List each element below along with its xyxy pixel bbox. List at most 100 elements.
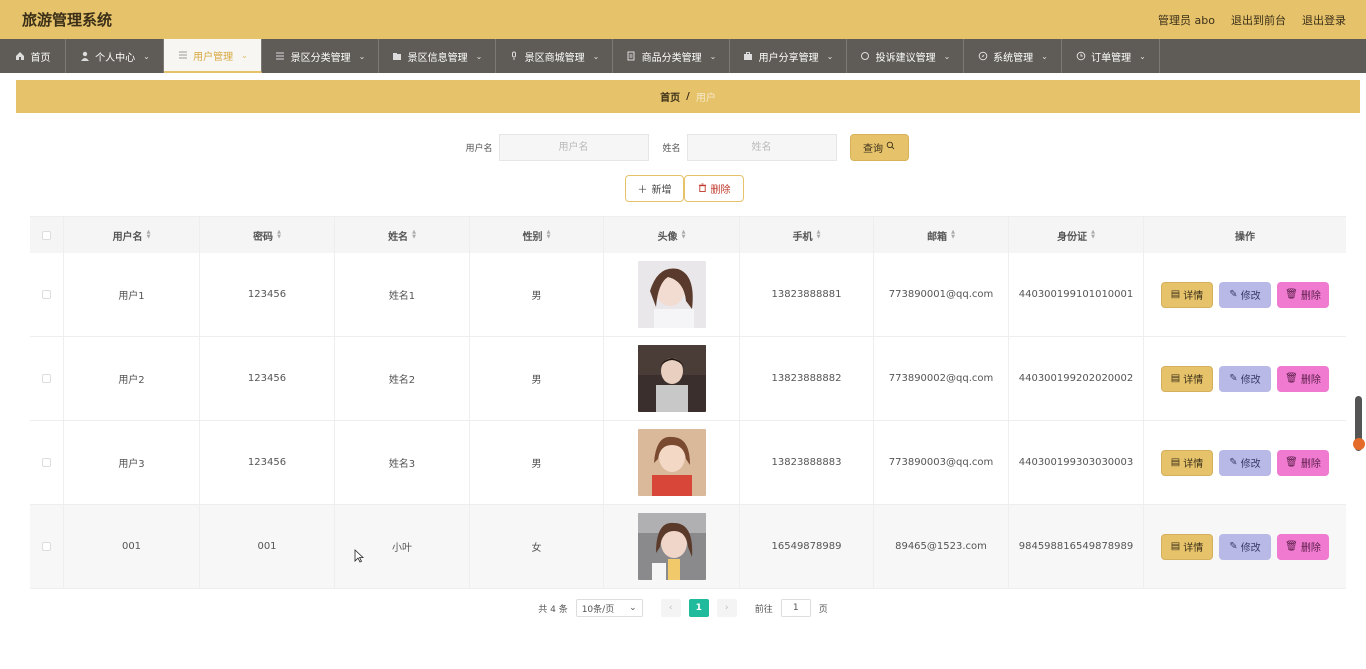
delete-button[interactable]: 🗑 删除 (1277, 449, 1329, 476)
header-password[interactable]: 密码 ▲ ▼ (200, 217, 335, 253)
nav-item-home[interactable]: 首页 (0, 39, 66, 73)
header-label: 密码 (253, 231, 274, 243)
header-label: 性别 (522, 231, 543, 243)
nav-item-users[interactable]: 用户管理 ⌄ (164, 39, 262, 73)
cell-gender: 女 (470, 505, 604, 588)
mic-icon (509, 51, 520, 62)
delete-label: 删除 (1300, 375, 1321, 386)
avatar (637, 513, 706, 580)
header-id-card[interactable]: 身份证 ▲ ▼ (1009, 217, 1144, 253)
delete-button[interactable]: 🗑 删除 (1277, 281, 1329, 308)
edit-label: 修改 (1240, 459, 1261, 470)
nav-item-scenic-info[interactable]: 景区信息管理 ⌄ (379, 39, 496, 73)
nav-item-profile[interactable]: 个人中心 ⌄ (66, 39, 164, 73)
row-checkbox[interactable] (42, 542, 51, 551)
row-checkbox[interactable] (42, 374, 51, 383)
delete-label: 删除 (1300, 543, 1321, 554)
goto-page-input[interactable]: 1 (780, 599, 811, 617)
chevron-down-icon: ⌄ (241, 50, 248, 60)
edit-label: 修改 (1240, 543, 1261, 554)
exit-to-front-link[interactable]: 退出到前台 (1231, 12, 1286, 28)
cell-name: 姓名3 (335, 421, 470, 504)
edit-label: 修改 (1240, 375, 1261, 386)
detail-button[interactable]: ▤ 详情 (1161, 281, 1213, 308)
nav-item-scenic-category[interactable]: 景区分类管理 ⌄ (262, 39, 379, 73)
cell-phone: 13823888883 (740, 421, 874, 504)
scroll-knob[interactable] (1353, 438, 1365, 450)
header-email[interactable]: 邮箱 ▲ ▼ (874, 217, 1009, 253)
edit-button[interactable]: ✎ 修改 (1219, 449, 1271, 476)
plus-icon: ＋ (637, 185, 648, 196)
mouse-cursor-icon (354, 548, 365, 567)
header-gender[interactable]: 性别 ▲ ▼ (470, 217, 604, 253)
breadcrumb-home[interactable]: 首页 (660, 89, 680, 104)
edit-button[interactable]: ✎ 修改 (1219, 365, 1271, 392)
nav-item-complaints[interactable]: 投诉建议管理 ⌄ (847, 39, 964, 73)
row-checkbox[interactable] (42, 290, 51, 299)
page-number[interactable]: 1 (688, 599, 709, 617)
page-size-select[interactable]: 10条/页 ⌄ (575, 599, 643, 617)
header-phone[interactable]: 手机 ▲ ▼ (740, 217, 874, 253)
search-bar: 用户名 用户名 姓名 姓名 查询 (0, 133, 1366, 161)
search-icon (886, 141, 895, 153)
logout-link[interactable]: 退出登录 (1302, 12, 1346, 28)
nav-label: 景区分类管理 (290, 52, 351, 64)
name-label: 姓名 (662, 143, 681, 154)
detail-label: 详情 (1183, 543, 1204, 554)
cell-username: 001 (64, 505, 200, 588)
edit-icon: ✎ (1229, 289, 1238, 300)
query-button[interactable]: 查询 (849, 133, 909, 161)
cell-name: 小叶 (335, 505, 470, 588)
chevron-down-icon: ⌄ (1041, 51, 1048, 61)
header-avatar[interactable]: 头像 ▲ ▼ (604, 217, 740, 253)
username-label: 用户名 (465, 143, 493, 154)
batch-delete-button[interactable]: 删除 (684, 175, 744, 202)
nav-label: 投诉建议管理 (875, 52, 936, 64)
nav-item-orders[interactable]: 订单管理 ⌄ (1062, 39, 1160, 73)
delete-button[interactable]: 🗑 删除 (1277, 533, 1329, 560)
nav-item-goods-category[interactable]: 商品分类管理 ⌄ (613, 39, 730, 73)
cell-id-card: 440300199202020002 (1009, 337, 1144, 420)
nav-label: 用户管理 (193, 51, 234, 63)
home-icon (15, 51, 26, 62)
edit-button[interactable]: ✎ 修改 (1219, 533, 1271, 560)
cell-password: 123456 (200, 421, 335, 504)
detail-icon: ▤ (1170, 373, 1181, 384)
cell-id-card: 440300199303030003 (1009, 421, 1144, 504)
page-unit-label: 页 (818, 604, 828, 615)
next-page-button[interactable]: › (716, 599, 737, 617)
menu-icon (275, 51, 286, 62)
header-name[interactable]: 姓名 ▲ ▼ (335, 217, 470, 253)
sort-icon: ▲ ▼ (546, 229, 551, 240)
compass-icon (977, 51, 988, 62)
nav-label: 景区信息管理 (407, 52, 468, 64)
delete-button[interactable]: 🗑 删除 (1277, 365, 1329, 392)
nav-item-scenic-mall[interactable]: 景区商城管理 ⌄ (496, 39, 613, 73)
add-button[interactable]: ＋ 新增 (625, 175, 684, 202)
cell-email: 773890003@qq.com (874, 421, 1009, 504)
nav-item-user-share[interactable]: 用户分享管理 ⌄ (730, 39, 847, 73)
username-search-input[interactable]: 用户名 (498, 133, 649, 161)
cell-username: 用户2 (64, 337, 200, 420)
page-size-value: 10条/页 (581, 604, 615, 615)
detail-button[interactable]: ▤ 详情 (1161, 533, 1213, 560)
prev-page-button[interactable]: ‹ (660, 599, 681, 617)
detail-label: 详情 (1183, 291, 1204, 302)
main-nav: 首页 个人中心 ⌄ 用户管理 ⌄ 景区分类管理 ⌄ 景区信息管理 ⌄ 景区商城管理 ⌄ 商… (0, 39, 1366, 73)
detail-button[interactable]: ▤ 详情 (1161, 449, 1213, 476)
nav-item-system[interactable]: 系统管理 ⌄ (964, 39, 1062, 73)
chevron-down-icon: ⌄ (826, 51, 834, 61)
cell-password: 123456 (200, 337, 335, 420)
edit-button[interactable]: ✎ 修改 (1219, 281, 1271, 308)
sort-icon: ▲ ▼ (146, 229, 151, 240)
name-search-input[interactable]: 姓名 (686, 133, 837, 161)
row-checkbox[interactable] (42, 458, 51, 467)
table-row: 用户2 123456 姓名2 男 13823888882 773890002@q… (30, 337, 1346, 421)
chevron-down-icon: ⌄ (475, 51, 483, 61)
sort-icon: ▲ ▼ (816, 229, 821, 240)
header-actions: 操作 (1144, 217, 1346, 253)
header-username[interactable]: 用户名 ▲ ▼ (64, 217, 200, 253)
detail-button[interactable]: ▤ 详情 (1161, 365, 1213, 392)
select-all-checkbox[interactable] (42, 230, 51, 240)
trash-icon: 🗑 (1285, 457, 1298, 468)
